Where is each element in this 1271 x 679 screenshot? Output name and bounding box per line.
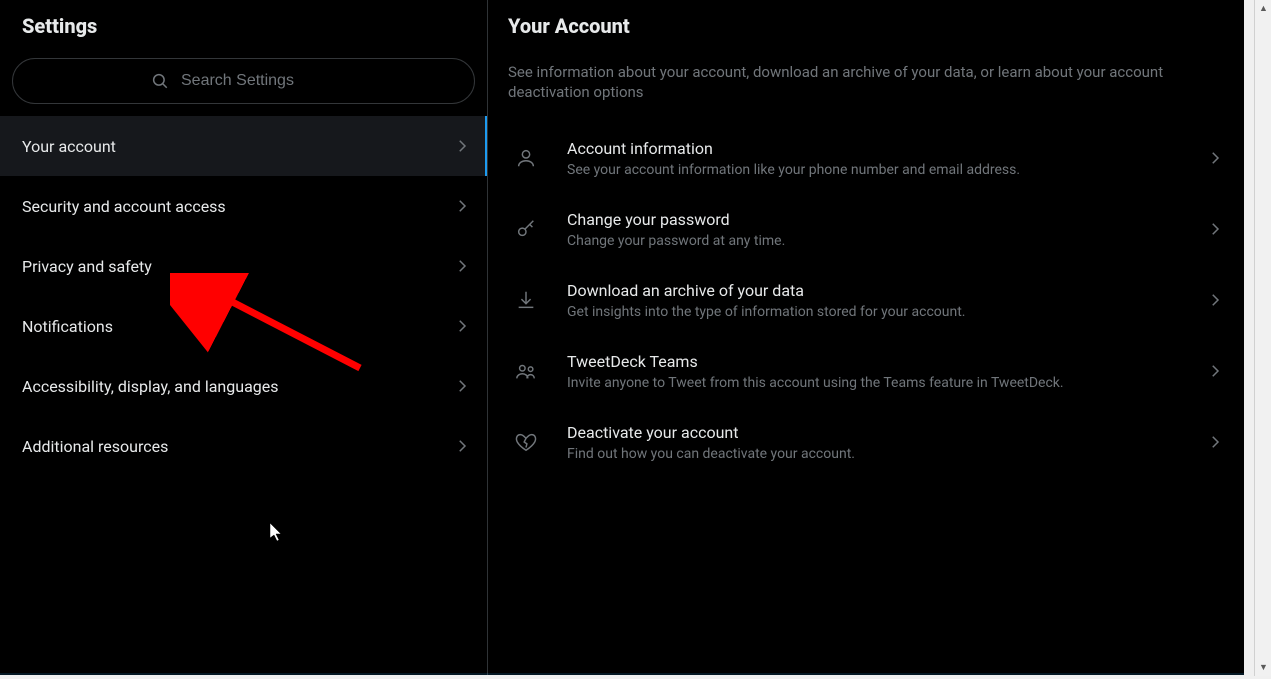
sidebar-item-label: Accessibility, display, and languages bbox=[22, 377, 279, 396]
sidebar-item-additional[interactable]: Additional resources bbox=[0, 416, 487, 476]
row-title: Change your password bbox=[567, 210, 1182, 229]
search-wrap bbox=[0, 50, 487, 116]
row-subtitle: Change your password at any time. bbox=[567, 233, 1182, 249]
main-panel: Your Account See information about your … bbox=[488, 0, 1244, 675]
sidebar-item-label: Notifications bbox=[22, 317, 113, 336]
row-subtitle: Find out how you can deactivate your acc… bbox=[567, 446, 1182, 462]
chevron-right-icon bbox=[1206, 220, 1224, 238]
row-title: Deactivate your account bbox=[567, 423, 1182, 442]
main-title: Your Account bbox=[488, 0, 1244, 48]
chevron-right-icon bbox=[1206, 149, 1224, 167]
sidebar-title: Settings bbox=[0, 0, 487, 50]
sidebar-item-security[interactable]: Security and account access bbox=[0, 176, 487, 236]
sidebar-item-your-account[interactable]: Your account bbox=[0, 116, 487, 176]
mouse-cursor-icon bbox=[270, 523, 284, 541]
sidebar-item-privacy[interactable]: Privacy and safety bbox=[0, 236, 487, 296]
chevron-right-icon bbox=[453, 197, 471, 215]
row-download-archive[interactable]: Download an archive of your data Get ins… bbox=[488, 265, 1244, 336]
search-settings-input[interactable] bbox=[12, 58, 475, 104]
row-tweetdeck-teams[interactable]: TweetDeck Teams Invite anyone to Tweet f… bbox=[488, 336, 1244, 407]
sidebar-item-accessibility[interactable]: Accessibility, display, and languages bbox=[0, 356, 487, 416]
sidebar-item-label: Privacy and safety bbox=[22, 257, 152, 276]
person-icon bbox=[508, 147, 543, 169]
key-icon bbox=[508, 218, 543, 240]
browser-scrollbar[interactable]: ▲ ▼ bbox=[1254, 0, 1271, 676]
heartbreak-icon bbox=[508, 431, 543, 453]
download-icon bbox=[508, 289, 543, 311]
row-text: Download an archive of your data Get ins… bbox=[567, 281, 1182, 320]
scroll-down-icon[interactable]: ▼ bbox=[1255, 659, 1271, 676]
teams-icon bbox=[508, 360, 543, 382]
row-account-information[interactable]: Account information See your account inf… bbox=[488, 123, 1244, 194]
sidebar-item-label: Your account bbox=[22, 137, 116, 156]
search-icon bbox=[151, 72, 169, 90]
chevron-right-icon bbox=[1206, 362, 1224, 380]
sidebar-item-label: Additional resources bbox=[22, 437, 168, 456]
chevron-right-icon bbox=[1206, 291, 1224, 309]
row-change-password[interactable]: Change your password Change your passwor… bbox=[488, 194, 1244, 265]
row-subtitle: Invite anyone to Tweet from this account… bbox=[567, 375, 1182, 391]
row-subtitle: Get insights into the type of informatio… bbox=[567, 304, 1182, 320]
row-text: Change your password Change your passwor… bbox=[567, 210, 1182, 249]
sidebar-item-notifications[interactable]: Notifications bbox=[0, 296, 487, 356]
main-description: See information about your account, down… bbox=[488, 48, 1188, 123]
account-rows: Account information See your account inf… bbox=[488, 123, 1244, 478]
row-deactivate-account[interactable]: Deactivate your account Find out how you… bbox=[488, 407, 1244, 478]
row-subtitle: See your account information like your p… bbox=[567, 162, 1182, 178]
chevron-right-icon bbox=[453, 377, 471, 395]
chevron-right-icon bbox=[453, 137, 471, 155]
row-title: Download an archive of your data bbox=[567, 281, 1182, 300]
chevron-right-icon bbox=[1206, 433, 1224, 451]
bottom-accent bbox=[0, 673, 1244, 675]
row-text: Deactivate your account Find out how you… bbox=[567, 423, 1182, 462]
chevron-right-icon bbox=[453, 437, 471, 455]
sidebar-nav: Your account Security and account access… bbox=[0, 116, 487, 476]
row-title: TweetDeck Teams bbox=[567, 352, 1182, 371]
row-title: Account information bbox=[567, 139, 1182, 158]
scroll-up-icon[interactable]: ▲ bbox=[1255, 0, 1271, 17]
search-settings-field[interactable] bbox=[181, 72, 336, 90]
sidebar-item-label: Security and account access bbox=[22, 197, 226, 216]
row-text: Account information See your account inf… bbox=[567, 139, 1182, 178]
settings-sidebar: Settings Your account Security and accou… bbox=[0, 0, 488, 675]
settings-app: Settings Your account Security and accou… bbox=[0, 0, 1244, 675]
row-text: TweetDeck Teams Invite anyone to Tweet f… bbox=[567, 352, 1182, 391]
chevron-right-icon bbox=[453, 257, 471, 275]
chevron-right-icon bbox=[453, 317, 471, 335]
